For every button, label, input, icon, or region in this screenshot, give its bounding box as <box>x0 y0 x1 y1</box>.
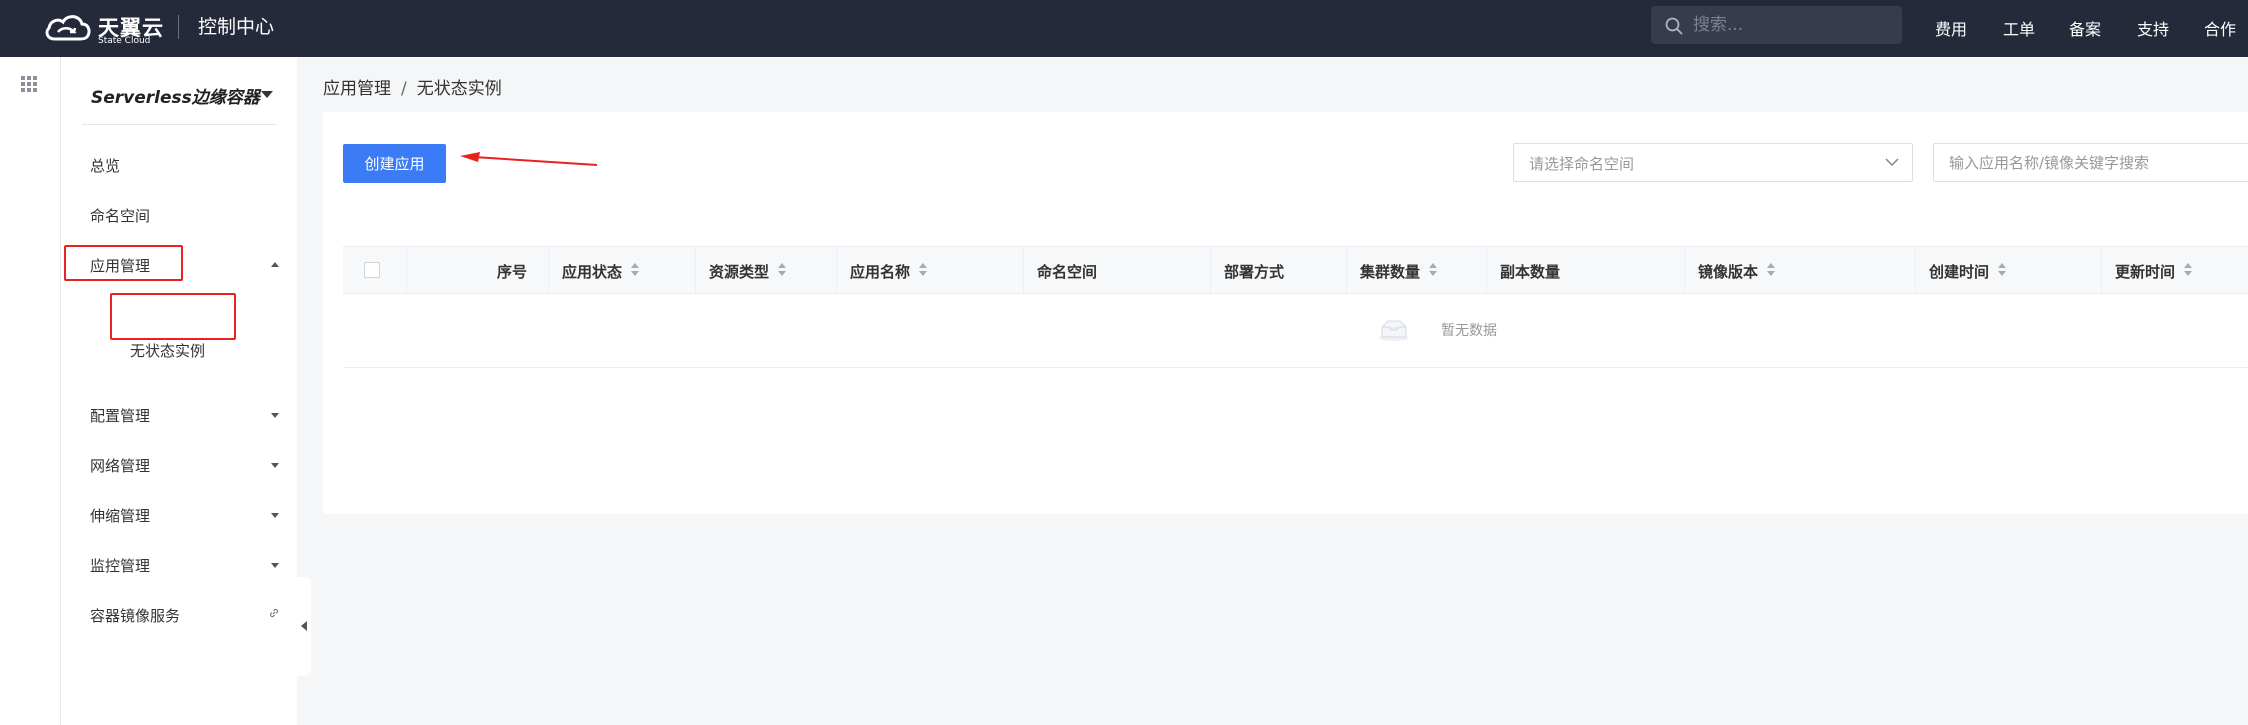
product-title: Serverless边缘容器 <box>91 88 260 108</box>
column-header-label: 应用名称 <box>850 263 911 281</box>
column-header-label: 集群数量 <box>1360 263 1421 281</box>
caret-down-icon <box>261 91 273 98</box>
caret-up-icon <box>271 262 279 267</box>
column-index: 序号 <box>407 247 549 293</box>
empty-state-text: 暂无数据 <box>1441 323 1497 339</box>
caret-down-icon <box>271 513 279 518</box>
column-header-label: 更新时间 <box>2115 263 2176 281</box>
sidebar-item-label: 无状态实例 <box>130 342 206 360</box>
create-app-button[interactable]: 创建应用 <box>343 144 446 183</box>
column-namespace: 命名空间 <box>1024 247 1211 293</box>
sidebar: Serverless边缘容器 总览 命名空间 应用管理 无状态实例 配置管理 网… <box>61 57 297 725</box>
nav-tickets[interactable]: 工单 <box>2003 16 2035 40</box>
global-search[interactable] <box>1651 6 1902 44</box>
caret-down-icon <box>271 463 279 468</box>
select-all-checkbox[interactable] <box>364 262 380 278</box>
product-rail <box>0 57 61 725</box>
column-deploy-mode: 部署方式 <box>1211 247 1347 293</box>
table-empty-state: 暂无数据 <box>343 294 2248 368</box>
sort-icon[interactable] <box>778 263 786 277</box>
sort-icon[interactable] <box>631 263 639 277</box>
column-header-label: 镜像版本 <box>1698 263 1759 281</box>
search-icon <box>1665 17 1683 35</box>
external-link-icon <box>269 608 279 618</box>
chevron-down-icon <box>1885 158 1899 167</box>
brand-name-en: State Cloud <box>98 36 151 46</box>
caret-down-icon <box>271 413 279 418</box>
breadcrumb-item[interactable]: 应用管理 <box>323 79 391 99</box>
sidebar-item-label: 网络管理 <box>90 457 151 475</box>
column-app-name[interactable]: 应用名称 <box>837 247 1024 293</box>
sidebar-item-label: 命名空间 <box>90 207 151 225</box>
annotation-highlight-stateless <box>110 293 236 340</box>
header-divider <box>178 15 179 39</box>
content-panel: 创建应用 请选择命名空间 序号 应用状态 资源类型 应用名称 命名空间 <box>323 112 2248 514</box>
sidebar-item-config[interactable]: 配置管理 <box>61 395 297 435</box>
annotation-highlight-app-management <box>64 245 183 281</box>
sort-icon[interactable] <box>919 263 927 277</box>
sidebar-item-network[interactable]: 网络管理 <box>61 445 297 485</box>
cloud-logo-icon <box>45 15 91 41</box>
column-header-label: 命名空间 <box>1037 263 1098 281</box>
column-app-status[interactable]: 应用状态 <box>549 247 696 293</box>
column-header-label: 应用状态 <box>562 263 623 281</box>
nav-support[interactable]: 支持 <box>2137 16 2169 40</box>
sort-icon[interactable] <box>2184 263 2192 277</box>
search-input[interactable] <box>1691 10 1895 40</box>
column-header-label: 副本数量 <box>1500 263 1561 281</box>
namespace-select-placeholder: 请选择命名空间 <box>1529 155 1635 173</box>
select-all-cell <box>343 247 407 293</box>
nav-filing[interactable]: 备案 <box>2069 16 2101 40</box>
column-created-time[interactable]: 创建时间 <box>1916 247 2102 293</box>
sidebar-item-label: 总览 <box>90 157 121 175</box>
caret-down-icon <box>271 563 279 568</box>
column-replica-count: 副本数量 <box>1487 247 1685 293</box>
sidebar-item-scaling[interactable]: 伸缩管理 <box>61 495 297 535</box>
sort-icon[interactable] <box>1998 263 2006 277</box>
sidebar-item-image-service[interactable]: 容器镜像服务 <box>61 595 297 635</box>
breadcrumb: 应用管理 / 无状态实例 <box>323 74 502 99</box>
namespace-select[interactable]: 请选择命名空间 <box>1513 143 1913 182</box>
console-title[interactable]: 控制中心 <box>198 12 274 39</box>
sidebar-item-overview[interactable]: 总览 <box>61 145 297 185</box>
breadcrumb-current: 无状态实例 <box>416 79 502 99</box>
column-header-label: 部署方式 <box>1224 263 1285 281</box>
column-header-label: 序号 <box>497 263 528 281</box>
annotation-arrow <box>460 152 598 166</box>
column-image-version[interactable]: 镜像版本 <box>1685 247 1916 293</box>
breadcrumb-separator: / <box>401 79 407 99</box>
column-updated-time[interactable]: 更新时间 <box>2102 247 2248 293</box>
sidebar-item-label: 配置管理 <box>90 407 151 425</box>
brand-logo[interactable]: 天翼云 State Cloud <box>42 10 163 46</box>
top-bar: 天翼云 State Cloud 控制中心 费用 工单 备案 支持 合作 <box>0 0 2248 57</box>
table-header: 序号 应用状态 资源类型 应用名称 命名空间 部署方式 集群数量 副本数量 镜像… <box>343 246 2248 294</box>
sidebar-item-namespace[interactable]: 命名空间 <box>61 195 297 235</box>
sidebar-item-label: 伸缩管理 <box>90 507 151 525</box>
nav-billing[interactable]: 费用 <box>1935 16 1967 40</box>
keyword-search-input[interactable] <box>1933 143 2248 182</box>
sidebar-item-label: 容器镜像服务 <box>90 607 181 625</box>
column-header-label: 创建时间 <box>1929 263 1990 281</box>
nav-partner[interactable]: 合作 <box>2204 16 2236 40</box>
column-cluster-count[interactable]: 集群数量 <box>1347 247 1487 293</box>
column-resource-type[interactable]: 资源类型 <box>696 247 837 293</box>
app-grid-icon[interactable] <box>21 76 37 92</box>
sidebar-collapse-handle[interactable] <box>297 577 311 676</box>
sidebar-item-label: 监控管理 <box>90 557 151 575</box>
column-header-label: 资源类型 <box>709 263 770 281</box>
collapse-left-icon <box>301 621 307 631</box>
empty-box-icon <box>1379 320 1409 341</box>
sidebar-divider <box>82 124 277 125</box>
sidebar-item-monitoring[interactable]: 监控管理 <box>61 545 297 585</box>
sort-icon[interactable] <box>1767 263 1775 277</box>
sort-icon[interactable] <box>1429 263 1437 277</box>
